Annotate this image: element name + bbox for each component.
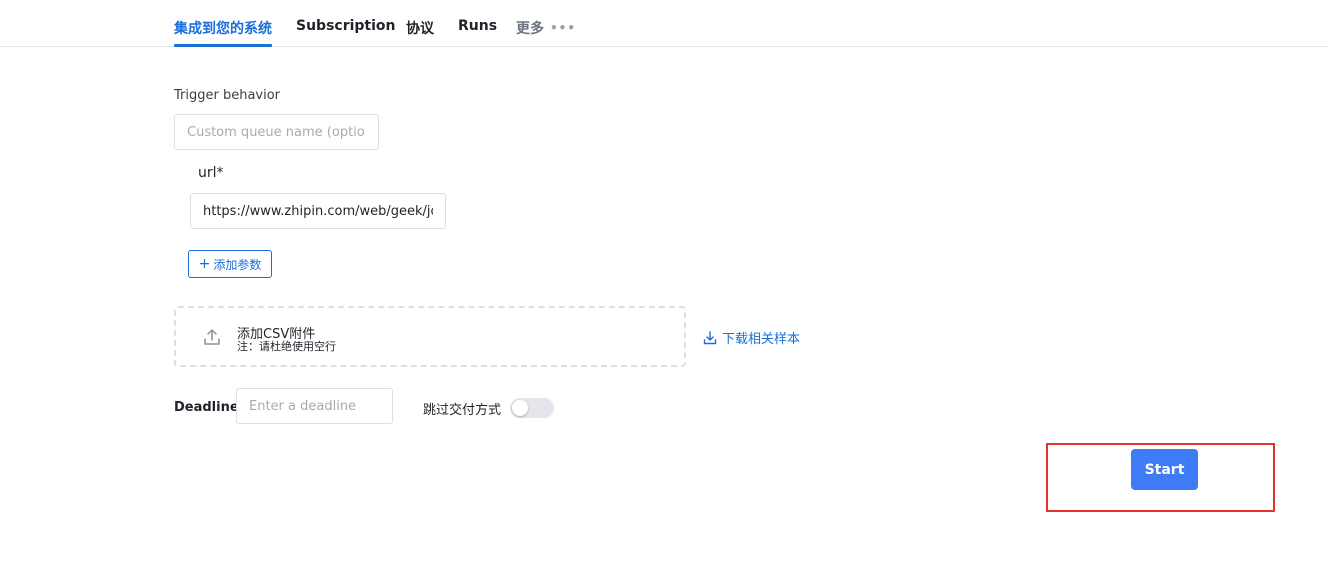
active-tab-indicator <box>174 44 272 47</box>
plus-icon: + <box>198 256 211 272</box>
download-sample-label: 下载相关样本 <box>722 332 801 347</box>
tab-more[interactable]: 更多 ••• <box>516 18 576 38</box>
deadline-label: Deadline <box>174 400 239 415</box>
upload-icon <box>204 329 220 345</box>
url-label: url* <box>198 165 224 181</box>
trigger-behavior-label: Trigger behavior <box>174 88 281 103</box>
tab-bar: 集成到您的系统 Subscription 协议 Runs 更多 ••• <box>0 0 1328 47</box>
tab-integrate[interactable]: 集成到您的系统 <box>174 18 272 38</box>
deadline-input[interactable] <box>236 388 393 424</box>
add-param-label: 添加参数 <box>213 257 262 272</box>
tab-runs[interactable]: Runs <box>458 18 497 34</box>
url-input[interactable] <box>190 193 446 229</box>
csv-upload-area[interactable]: 添加CSV附件 注：请杜绝使用空行 <box>174 306 686 367</box>
upload-note: 注：请杜绝使用空行 <box>237 340 336 353</box>
tab-more-label: 更多 <box>516 21 544 37</box>
toggle-knob <box>512 400 528 416</box>
start-button[interactable]: Start <box>1131 449 1198 490</box>
skip-delivery-toggle[interactable] <box>510 398 554 418</box>
download-icon <box>703 330 717 344</box>
tab-subscription[interactable]: Subscription <box>296 18 396 34</box>
download-sample-link[interactable]: 下载相关样本 <box>703 328 800 347</box>
tab-protocol[interactable]: 协议 <box>406 18 434 38</box>
skip-delivery-label: 跳过交付方式 <box>423 403 502 418</box>
add-param-button[interactable]: + 添加参数 <box>188 250 272 278</box>
more-dots-icon: ••• <box>550 21 577 35</box>
queue-name-input[interactable] <box>174 114 379 150</box>
